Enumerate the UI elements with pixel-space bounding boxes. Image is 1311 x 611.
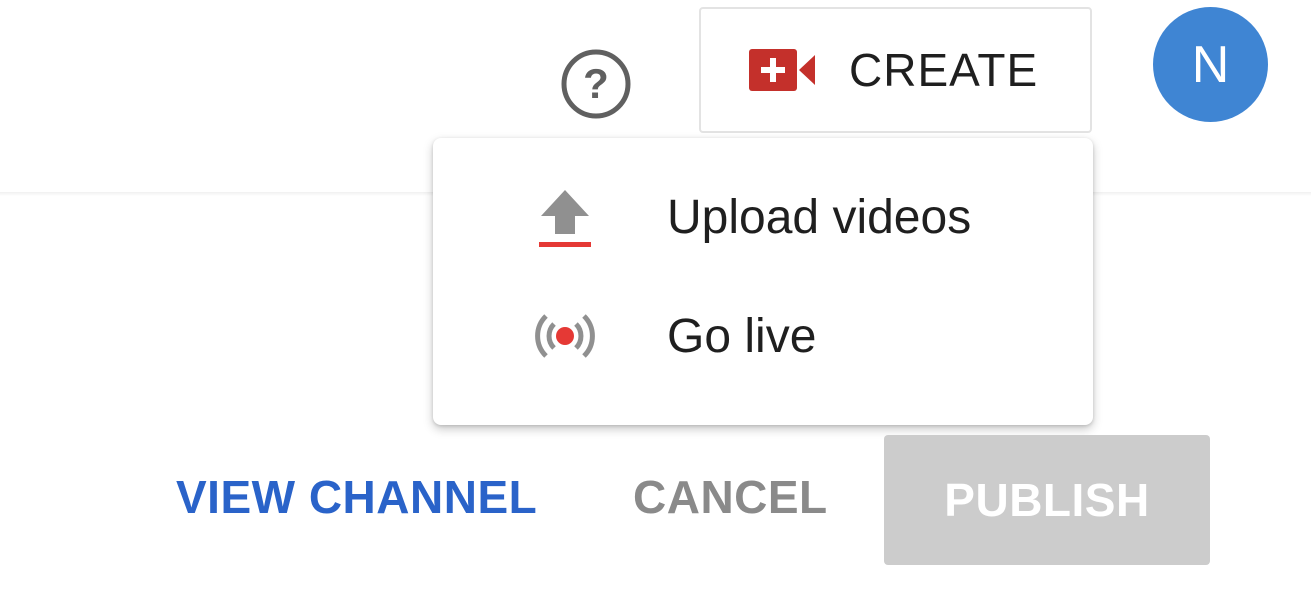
menu-item-upload-videos[interactable]: Upload videos: [433, 162, 1093, 272]
create-dropdown-menu: Upload videos Go live: [433, 138, 1093, 425]
help-button[interactable]: ?: [558, 46, 634, 122]
menu-item-label: Upload videos: [667, 190, 972, 244]
create-button[interactable]: CREATE: [699, 7, 1092, 133]
create-button-label: CREATE: [849, 44, 1039, 96]
menu-item-go-live[interactable]: Go live: [433, 281, 1093, 391]
help-circle-icon: ?: [561, 49, 631, 119]
menu-item-label: Go live: [667, 309, 817, 363]
publish-button-label: PUBLISH: [944, 474, 1150, 526]
upload-icon: [505, 177, 625, 257]
avatar[interactable]: N: [1153, 7, 1268, 122]
publish-button[interactable]: PUBLISH: [884, 435, 1210, 565]
view-channel-button[interactable]: VIEW CHANNEL: [176, 470, 537, 524]
cancel-button[interactable]: CANCEL: [633, 470, 828, 524]
live-broadcast-icon: [505, 296, 625, 376]
video-camera-add-icon: [749, 49, 817, 91]
svg-text:?: ?: [583, 60, 609, 107]
avatar-initial: N: [1191, 35, 1230, 94]
